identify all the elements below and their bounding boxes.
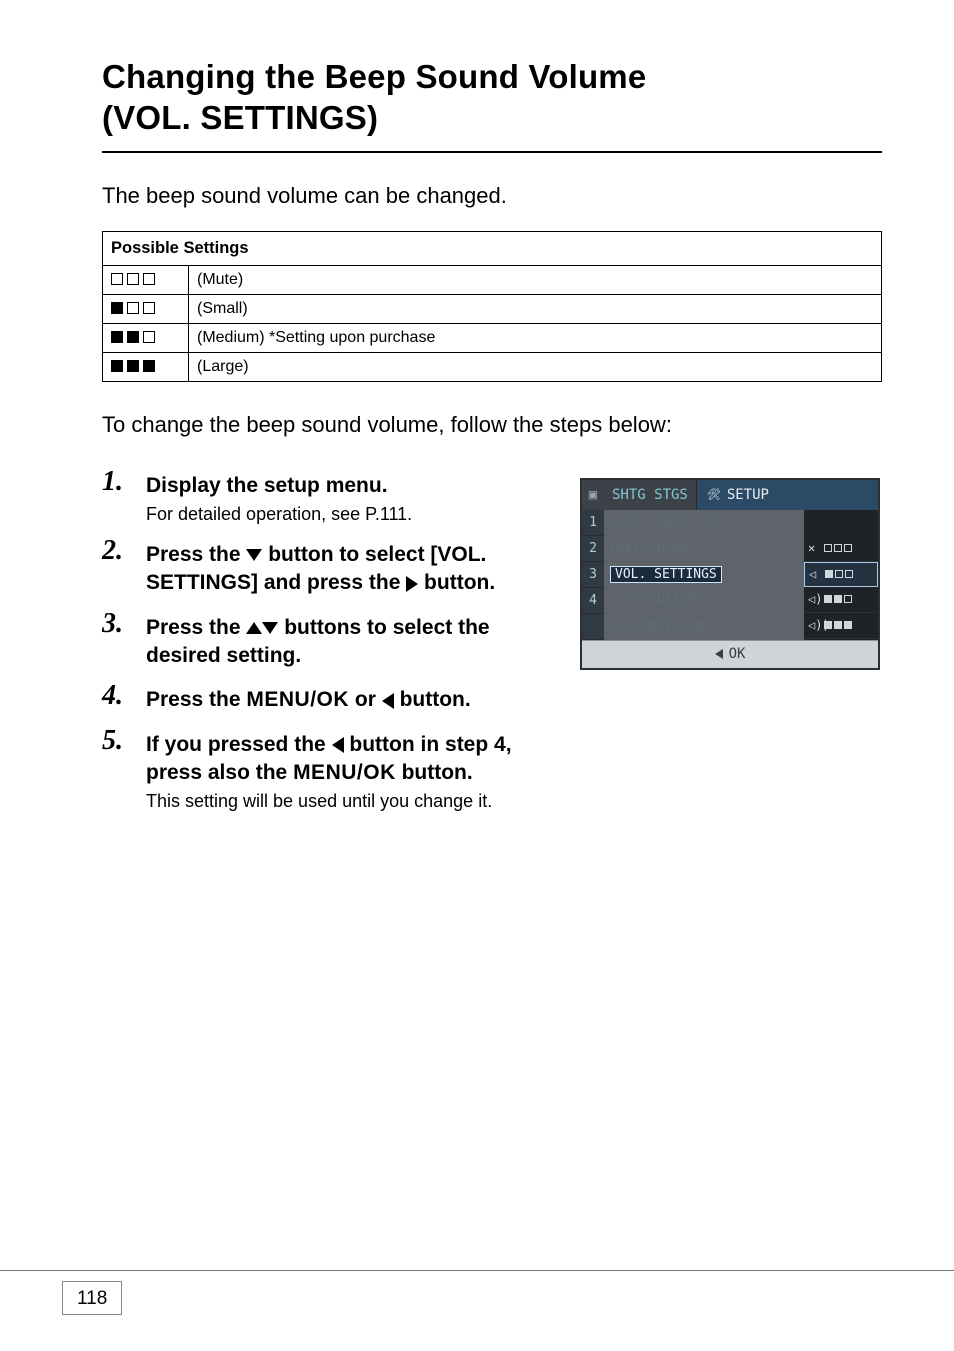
- lcd-menu-item-label: VOL. SETTINGS: [610, 566, 722, 583]
- volume-level-label: (Medium) *Setting upon purchase: [189, 323, 882, 352]
- lcd-menu-item: LCD CONFIRM.: [604, 588, 804, 614]
- lcd-menu-item: SEQUENTIAL NO.: [604, 614, 804, 640]
- step-5-text-c: button.: [396, 761, 473, 784]
- lcd-tab-setup-label: SETUP: [727, 487, 769, 503]
- left-arrow-icon: [332, 737, 344, 753]
- volume-bars-icon: [824, 541, 854, 555]
- step-5: If you pressed the button in step 4, pre…: [102, 731, 552, 813]
- lcd-menu-item-label: BEEP SOUND: [610, 541, 688, 556]
- step-5-sub: This setting will be used until you chan…: [146, 791, 552, 812]
- menu-ok-label: MENU/OK: [246, 688, 349, 711]
- lcd-row-number: 3: [582, 562, 604, 588]
- volume-level-label: (Small): [189, 294, 882, 323]
- table-row: (Small): [103, 294, 882, 323]
- camera-icon: ▣: [582, 487, 604, 503]
- page-number: 118: [62, 1281, 122, 1315]
- up-arrow-icon: [246, 622, 262, 634]
- speaker-icon: ◁)): [808, 618, 820, 632]
- left-arrow-icon: [382, 693, 394, 709]
- lcd-menu-item: BEEP SOUND: [604, 536, 804, 562]
- step-3-text-a: Press the: [146, 616, 246, 639]
- footer-rule: [0, 1270, 954, 1271]
- step-2-text-a: Press the: [146, 543, 246, 566]
- step-1-sub: For detailed operation, see P.111.: [146, 504, 552, 525]
- steps-intro: To change the beep sound volume, follow …: [102, 412, 882, 438]
- step-2: Press the button to select [VOL. SETTING…: [102, 541, 552, 598]
- lcd-row-number: 2: [582, 536, 604, 562]
- volume-level-label: (Mute): [189, 265, 882, 294]
- step-2-head: Press the button to select [VOL. SETTING…: [146, 541, 552, 598]
- lcd-volume-options: ✕ ◁ ◁) ◁)): [804, 510, 878, 640]
- step-2-text-c: button.: [418, 571, 495, 594]
- step-4: Press the MENU/OK or button.: [102, 686, 552, 714]
- volume-bars-icon: [824, 592, 854, 606]
- lcd-menu-items: AUTO POWER OFF BEEP SOUND VOL. SETTINGS LCD…: [604, 510, 804, 640]
- volume-level-icon: [103, 265, 189, 294]
- volume-bars-icon: [824, 618, 854, 632]
- lcd-menu-item-label: AUTO POWER OFF: [610, 515, 720, 530]
- step-4-head: Press the MENU/OK or button.: [146, 686, 552, 714]
- menu-ok-label: MENU/OK: [293, 761, 396, 784]
- lcd-menu-item: VOL. SETTINGS: [604, 562, 804, 588]
- table-row: (Large): [103, 352, 882, 381]
- settings-header: Possible Settings: [103, 231, 882, 265]
- lcd-menu-item: AUTO POWER OFF: [604, 510, 804, 536]
- volume-level-icon: [103, 323, 189, 352]
- step-1-head: Display the setup menu.: [146, 472, 552, 500]
- settings-table: Possible Settings (Mute)(Small)(Medium) …: [102, 231, 882, 382]
- title-line-1: Changing the Beep Sound Volume: [102, 58, 646, 95]
- wrench-icon: 🛠: [707, 488, 721, 501]
- volume-level-icon: [103, 352, 189, 381]
- volume-level-icon: [103, 294, 189, 323]
- lcd-row-numbers: 1234: [582, 510, 604, 640]
- lcd-menu-item-label: SEQUENTIAL NO.: [610, 619, 720, 634]
- step-4-text-a: Press the: [146, 688, 246, 711]
- lcd-volume-option: ✕: [804, 536, 878, 562]
- speaker-icon: ✕: [808, 541, 820, 555]
- left-arrow-icon: [715, 649, 723, 659]
- intro-text: The beep sound volume can be changed.: [102, 183, 882, 209]
- step-5-head: If you pressed the button in step 4, pre…: [146, 731, 552, 788]
- lcd-volume-option: ◁): [804, 587, 878, 613]
- lcd-tabs: ▣ SHTG STGS 🛠 SETUP: [582, 480, 878, 510]
- step-5-text-a: If you pressed the: [146, 733, 332, 756]
- step-4-text-b: or: [349, 688, 382, 711]
- down-arrow-icon: [262, 622, 278, 634]
- down-arrow-icon: [246, 549, 262, 561]
- lcd-row-number: 4: [582, 588, 604, 614]
- lcd-volume-option: ◁)): [804, 613, 878, 639]
- lcd-screenshot: ▣ SHTG STGS 🛠 SETUP 1234 AUTO POWER OFF B…: [580, 478, 880, 670]
- volume-level-label: (Large): [189, 352, 882, 381]
- steps-list: Display the setup menu. For detailed ope…: [102, 472, 552, 829]
- step-3-head: Press the buttons to select the desired …: [146, 614, 552, 671]
- table-row: (Mute): [103, 265, 882, 294]
- speaker-icon: ◁: [809, 567, 821, 581]
- lcd-footer-ok: OK: [729, 646, 746, 662]
- step-3: Press the buttons to select the desired …: [102, 614, 552, 671]
- lcd-row-number: 1: [582, 510, 604, 536]
- title-underline: [102, 151, 882, 153]
- step-1: Display the setup menu. For detailed ope…: [102, 472, 552, 525]
- speaker-icon: ◁): [808, 592, 820, 606]
- page-title: Changing the Beep Sound Volume (VOL. SET…: [102, 56, 882, 139]
- lcd-volume-option: ◁: [804, 562, 878, 587]
- volume-bars-icon: [825, 567, 855, 581]
- lcd-menu-item-label: LCD CONFIRM.: [610, 593, 704, 608]
- step-4-text-c: button.: [394, 688, 471, 711]
- lcd-tab-shooting: SHTG STGS: [604, 487, 696, 503]
- lcd-tab-setup: 🛠 SETUP: [696, 480, 878, 510]
- lcd-footer: OK: [582, 640, 878, 668]
- right-arrow-icon: [406, 576, 418, 592]
- table-row: (Medium) *Setting upon purchase: [103, 323, 882, 352]
- title-line-2: (VOL. SETTINGS): [102, 99, 378, 136]
